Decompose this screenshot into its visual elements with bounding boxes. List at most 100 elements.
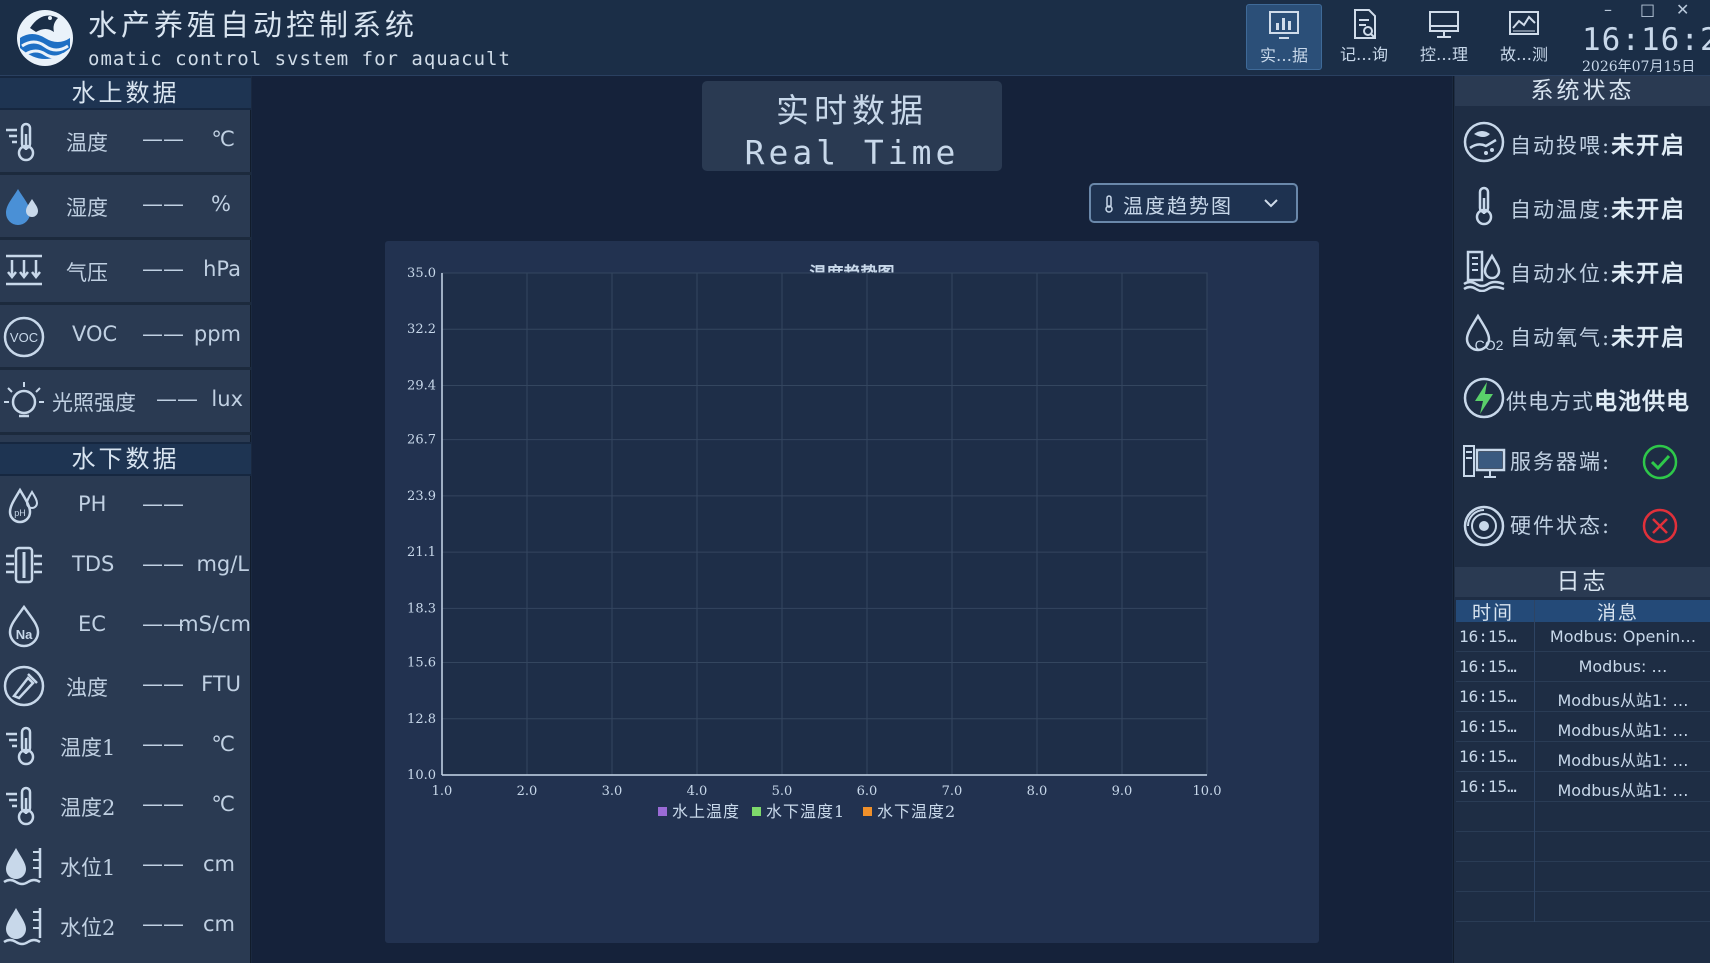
log-time: 16:15… [1459,687,1517,706]
chart-legend-swatch [658,807,667,816]
chevron-down-icon [1264,199,1278,208]
sensor-name: EC [78,612,106,636]
sensor-name: 浊度 [66,676,108,700]
sensor-name: 气压 [66,261,108,285]
log-message: Modbus: Openin… [1549,627,1697,646]
status-value: 未开启 [1611,196,1687,223]
sensor-row-humidity: 湿度 —— % [0,175,251,240]
pressure-icon [6,254,42,286]
chart-y-tick-label: 15.6 [407,656,436,671]
bar-chart-icon [1269,11,1299,39]
thermometer-icon [1105,195,1113,213]
chart-x-tick-label: 2.0 [517,784,538,799]
sensor-row-temperature: 温度 —— ℃ [0,110,251,175]
log-time: 16:15… [1459,627,1517,646]
status-label: 硬件状态: [1510,514,1612,538]
underwater-title: 水下数据 [0,442,251,476]
sensor-row-ec: Na EC —— mS/cm [0,596,251,656]
sensor-name: 温度2 [60,796,116,820]
sensor-unit: % [211,192,231,216]
status-label: 自动氧气:未开启 [1510,324,1687,351]
oxygen-icon: CO2 [1465,313,1504,353]
log-message: Modbus从站1: … [1557,721,1689,740]
sensor-unit: mg/L [196,552,249,576]
sensor-value: —— [142,192,184,216]
nav-fault-detect[interactable]: 故…测 [1486,4,1562,70]
chart-x-tick-label: 9.0 [1112,784,1133,799]
sensor-unit: cm [202,912,235,936]
nav-record-query[interactable]: 记…询 [1326,4,1402,70]
chart-x-tick-label: 4.0 [687,784,708,799]
sensor-row-ph: pH PH —— [0,476,251,536]
nav-control-manage[interactable]: 控…理 [1406,4,1482,70]
log-row[interactable]: 16:15… Modbus从站1: … [1456,712,1710,742]
log-row[interactable]: 16:15… Modbus从站1: … [1456,772,1710,802]
title-bar: 水产养殖自动控制系统 omatic control svstem for aqu… [0,0,1710,76]
chart-legend-label: 水上温度 [672,802,740,821]
status-auto-oxygen: CO2 自动氧气:未开启 [1462,306,1710,362]
svg-text:Na: Na [16,627,33,642]
sensor-value: —— [142,492,184,516]
nav-realtime-data[interactable]: 实…据 [1246,4,1322,70]
thermometer-icon [1475,186,1493,226]
sensor-name: 温度 [66,131,108,155]
sensor-value: —— [142,672,184,696]
banner-title-en: Real Time [744,133,960,172]
water-level-icon [1463,250,1505,292]
sensor-value: —— [142,732,184,756]
thermometer-icon [6,726,35,766]
voc-icon: VOC [3,316,45,358]
fish-water-logo-icon [17,10,73,66]
status-value: 电池供电 [1594,388,1690,415]
sensor-unit: ℃ [211,792,235,816]
sensor-value: —— [142,552,184,576]
sensor-value: —— [142,127,184,151]
log-row[interactable]: 16:15… Modbus: Openin… [1456,622,1710,652]
log-table[interactable]: 时间 消息 16:15… Modbus: Openin… 16:15… Modbus… [1456,600,1710,922]
log-row-empty [1456,832,1710,862]
app-subtitle: omatic control svstem for aquacult [88,48,511,70]
log-row[interactable]: 16:15… Modbus: … [1456,652,1710,682]
sensor-name: 水位1 [60,856,116,880]
log-row[interactable]: 16:15… Modbus从站1: … [1456,742,1710,772]
thermometer-icon [6,786,35,826]
minimize-button[interactable]: – [1604,0,1612,19]
chart-x-axis: 1.0 2.0 3.0 4.0 5.0 6.0 7.0 8.0 9.0 10.0 [432,784,1222,799]
monitor-icon [1429,11,1459,38]
light-bulb-icon [4,382,44,418]
chart-grid [441,272,1208,776]
nav-label: 故…测 [1499,45,1548,64]
thermometer-icon [6,122,35,162]
maximize-button[interactable]: □ [1640,0,1655,19]
log-row[interactable]: 16:15… Modbus从站1: … [1456,682,1710,712]
svg-text:pH: pH [14,508,26,518]
nav-label: 控…理 [1419,45,1468,64]
status-label: 自动温度:未开启 [1510,196,1687,223]
nav-label: 记…询 [1339,45,1388,64]
status-label: 自动水位:未开启 [1510,260,1687,287]
sensor-value: —— [156,387,198,411]
system-status-title: 系统状态 [1455,76,1710,106]
hardware-icon [1463,505,1505,547]
log-time: 16:15… [1459,777,1517,796]
sensor-unit: ℃ [211,127,235,151]
status-auto-temperature: 自动温度:未开启 [1462,178,1710,234]
chart-x-tick-label: 10.0 [1193,784,1222,799]
sensor-row-temperature-2: 温度2 —— ℃ [0,776,251,836]
chart-type-select[interactable]: 温度趋势图 [1089,183,1298,223]
chart-select-value: 温度趋势图 [1123,194,1233,218]
ph-drop-icon: pH [8,487,39,524]
log-time: 16:15… [1459,657,1517,676]
status-label: 自动投喂:未开启 [1510,132,1687,159]
sensor-value: —— [142,322,184,346]
close-button[interactable]: ✕ [1676,0,1689,19]
chart-legend-swatch [752,807,761,816]
svg-text:CO2: CO2 [1475,337,1504,353]
sensor-row-light: 光照强度 —— lux [0,370,251,435]
sensor-unit: mS/cm [178,612,251,636]
chart-y-tick-label: 23.9 [407,489,436,504]
chart-y-tick-label: 29.4 [407,378,436,393]
check-icon [1642,444,1678,480]
window-controls: – □ ✕ [1590,0,1710,20]
date: 2026年07月15日 [1582,59,1696,75]
